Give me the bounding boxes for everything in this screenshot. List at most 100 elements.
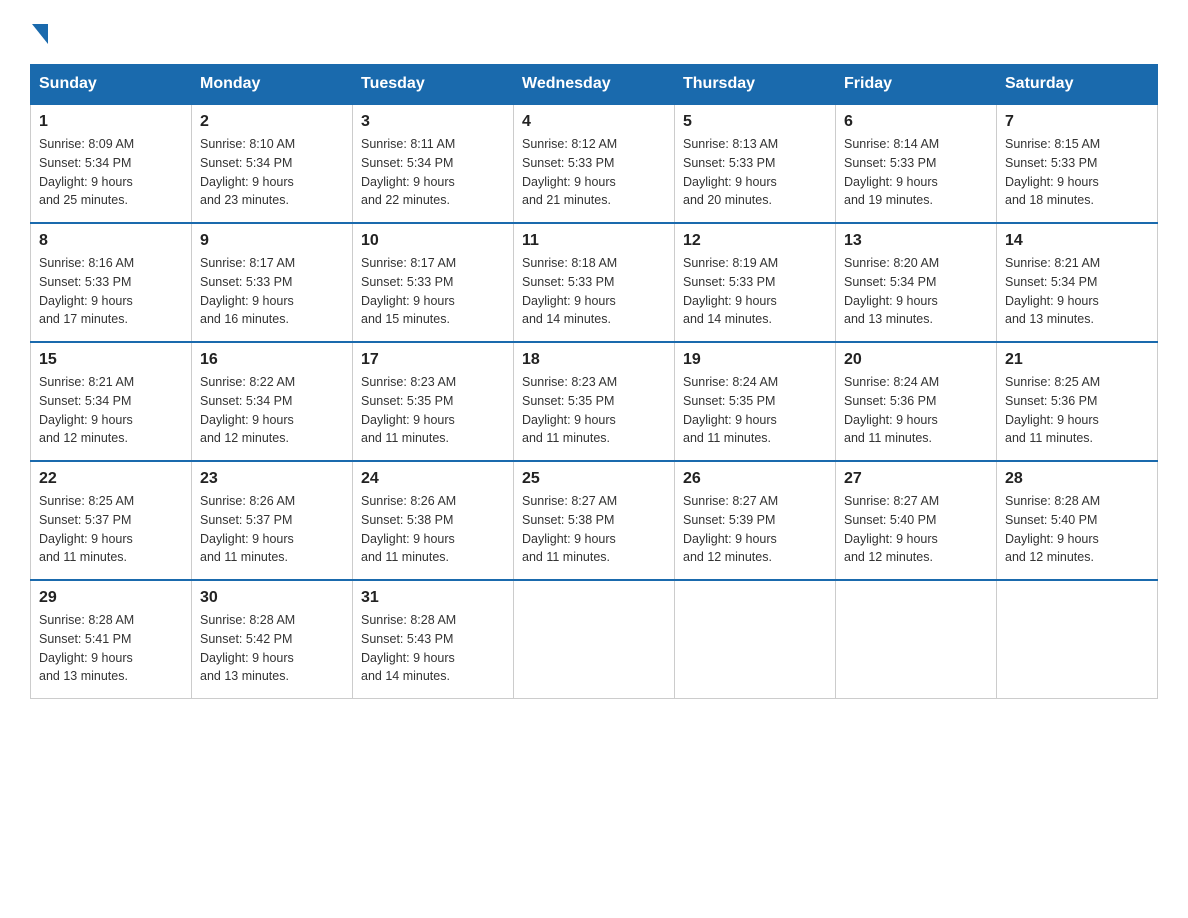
day-number: 14 (1005, 232, 1149, 250)
day-number: 2 (200, 113, 344, 131)
day-number: 15 (39, 351, 183, 369)
calendar-day-cell: 4 Sunrise: 8:12 AMSunset: 5:33 PMDaylight… (514, 104, 675, 223)
calendar-week-5: 29Sunrise: 8:28 AMSunset: 5:41 PMDayligh… (31, 580, 1158, 699)
weekday-header-saturday: Saturday (997, 65, 1158, 105)
day-number: 8 (39, 232, 183, 250)
calendar-day-cell: 20 Sunrise: 8:24 AMSunset: 5:36 PMDayligh… (836, 342, 997, 461)
calendar-day-cell (675, 580, 836, 699)
day-info: Sunrise: 8:09 AMSunset: 5:34 PMDaylight:… (39, 137, 134, 207)
calendar-day-cell: 21Sunrise: 8:25 AMSunset: 5:36 PMDayligh… (997, 342, 1158, 461)
calendar-body: 1 Sunrise: 8:09 AMSunset: 5:34 PMDaylight… (31, 104, 1158, 699)
day-info: Sunrise: 8:27 AMSunset: 5:39 PMDaylight:… (683, 494, 778, 564)
day-info: Sunrise: 8:12 AMSunset: 5:33 PMDaylight:… (522, 137, 617, 207)
day-number: 1 (39, 113, 183, 131)
day-number: 7 (1005, 113, 1149, 131)
calendar-day-cell: 13 Sunrise: 8:20 AMSunset: 5:34 PMDayligh… (836, 223, 997, 342)
day-number: 18 (522, 351, 666, 369)
calendar-day-cell: 30 Sunrise: 8:28 AMSunset: 5:42 PMDayligh… (192, 580, 353, 699)
day-number: 21 (1005, 351, 1149, 369)
day-number: 20 (844, 351, 988, 369)
calendar-day-cell: 19Sunrise: 8:24 AMSunset: 5:35 PMDayligh… (675, 342, 836, 461)
day-number: 10 (361, 232, 505, 250)
day-info: Sunrise: 8:28 AMSunset: 5:40 PMDaylight:… (1005, 494, 1100, 564)
day-number: 31 (361, 589, 505, 607)
calendar-day-cell (514, 580, 675, 699)
day-number: 23 (200, 470, 344, 488)
day-info: Sunrise: 8:22 AMSunset: 5:34 PMDaylight:… (200, 375, 295, 445)
day-info: Sunrise: 8:25 AMSunset: 5:37 PMDaylight:… (39, 494, 134, 564)
calendar-day-cell: 15 Sunrise: 8:21 AMSunset: 5:34 PMDayligh… (31, 342, 192, 461)
day-number: 22 (39, 470, 183, 488)
day-info: Sunrise: 8:24 AMSunset: 5:35 PMDaylight:… (683, 375, 778, 445)
calendar-day-cell: 2 Sunrise: 8:10 AMSunset: 5:34 PMDaylight… (192, 104, 353, 223)
calendar-day-cell: 12 Sunrise: 8:19 AMSunset: 5:33 PMDayligh… (675, 223, 836, 342)
day-info: Sunrise: 8:26 AMSunset: 5:38 PMDaylight:… (361, 494, 456, 564)
logo-triangle-icon (32, 24, 48, 44)
calendar-day-cell: 17 Sunrise: 8:23 AMSunset: 5:35 PMDayligh… (353, 342, 514, 461)
day-info: Sunrise: 8:13 AMSunset: 5:33 PMDaylight:… (683, 137, 778, 207)
calendar-week-2: 8 Sunrise: 8:16 AMSunset: 5:33 PMDaylight… (31, 223, 1158, 342)
calendar-day-cell: 10 Sunrise: 8:17 AMSunset: 5:33 PMDayligh… (353, 223, 514, 342)
day-info: Sunrise: 8:27 AMSunset: 5:40 PMDaylight:… (844, 494, 939, 564)
day-info: Sunrise: 8:28 AMSunset: 5:41 PMDaylight:… (39, 613, 134, 683)
day-info: Sunrise: 8:15 AMSunset: 5:33 PMDaylight:… (1005, 137, 1100, 207)
day-info: Sunrise: 8:19 AMSunset: 5:33 PMDaylight:… (683, 256, 778, 326)
day-number: 28 (1005, 470, 1149, 488)
calendar-day-cell: 27 Sunrise: 8:27 AMSunset: 5:40 PMDayligh… (836, 461, 997, 580)
day-info: Sunrise: 8:26 AMSunset: 5:37 PMDaylight:… (200, 494, 295, 564)
calendar-day-cell: 28 Sunrise: 8:28 AMSunset: 5:40 PMDayligh… (997, 461, 1158, 580)
weekday-header-friday: Friday (836, 65, 997, 105)
day-info: Sunrise: 8:10 AMSunset: 5:34 PMDaylight:… (200, 137, 295, 207)
calendar-day-cell: 16 Sunrise: 8:22 AMSunset: 5:34 PMDayligh… (192, 342, 353, 461)
day-info: Sunrise: 8:28 AMSunset: 5:43 PMDaylight:… (361, 613, 456, 683)
day-info: Sunrise: 8:23 AMSunset: 5:35 PMDaylight:… (522, 375, 617, 445)
calendar-day-cell (836, 580, 997, 699)
header-row: SundayMondayTuesdayWednesdayThursdayFrid… (31, 65, 1158, 105)
weekday-header-wednesday: Wednesday (514, 65, 675, 105)
day-info: Sunrise: 8:21 AMSunset: 5:34 PMDaylight:… (1005, 256, 1100, 326)
calendar-table: SundayMondayTuesdayWednesdayThursdayFrid… (30, 64, 1158, 699)
calendar-day-cell: 22 Sunrise: 8:25 AMSunset: 5:37 PMDayligh… (31, 461, 192, 580)
day-info: Sunrise: 8:17 AMSunset: 5:33 PMDaylight:… (361, 256, 456, 326)
calendar-day-cell: 18 Sunrise: 8:23 AMSunset: 5:35 PMDayligh… (514, 342, 675, 461)
calendar-header: SundayMondayTuesdayWednesdayThursdayFrid… (31, 65, 1158, 105)
calendar-day-cell: 24 Sunrise: 8:26 AMSunset: 5:38 PMDayligh… (353, 461, 514, 580)
day-number: 13 (844, 232, 988, 250)
day-number: 16 (200, 351, 344, 369)
calendar-week-3: 15 Sunrise: 8:21 AMSunset: 5:34 PMDayligh… (31, 342, 1158, 461)
day-number: 30 (200, 589, 344, 607)
day-number: 11 (522, 232, 666, 250)
day-number: 26 (683, 470, 827, 488)
day-number: 25 (522, 470, 666, 488)
weekday-header-thursday: Thursday (675, 65, 836, 105)
calendar-day-cell: 3Sunrise: 8:11 AMSunset: 5:34 PMDaylight… (353, 104, 514, 223)
calendar-day-cell: 5Sunrise: 8:13 AMSunset: 5:33 PMDaylight… (675, 104, 836, 223)
day-info: Sunrise: 8:11 AMSunset: 5:34 PMDaylight:… (361, 137, 455, 207)
day-info: Sunrise: 8:28 AMSunset: 5:42 PMDaylight:… (200, 613, 295, 683)
weekday-header-sunday: Sunday (31, 65, 192, 105)
day-info: Sunrise: 8:21 AMSunset: 5:34 PMDaylight:… (39, 375, 134, 445)
day-number: 24 (361, 470, 505, 488)
weekday-header-tuesday: Tuesday (353, 65, 514, 105)
day-info: Sunrise: 8:20 AMSunset: 5:34 PMDaylight:… (844, 256, 939, 326)
logo (30, 20, 48, 44)
calendar-day-cell: 11 Sunrise: 8:18 AMSunset: 5:33 PMDayligh… (514, 223, 675, 342)
calendar-day-cell: 25 Sunrise: 8:27 AMSunset: 5:38 PMDayligh… (514, 461, 675, 580)
calendar-day-cell: 1 Sunrise: 8:09 AMSunset: 5:34 PMDaylight… (31, 104, 192, 223)
day-number: 12 (683, 232, 827, 250)
calendar-week-1: 1 Sunrise: 8:09 AMSunset: 5:34 PMDaylight… (31, 104, 1158, 223)
calendar-day-cell (997, 580, 1158, 699)
page-header (30, 20, 1158, 44)
day-number: 27 (844, 470, 988, 488)
day-info: Sunrise: 8:27 AMSunset: 5:38 PMDaylight:… (522, 494, 617, 564)
day-info: Sunrise: 8:14 AMSunset: 5:33 PMDaylight:… (844, 137, 939, 207)
calendar-day-cell: 23 Sunrise: 8:26 AMSunset: 5:37 PMDayligh… (192, 461, 353, 580)
calendar-week-4: 22 Sunrise: 8:25 AMSunset: 5:37 PMDayligh… (31, 461, 1158, 580)
day-number: 17 (361, 351, 505, 369)
day-info: Sunrise: 8:24 AMSunset: 5:36 PMDaylight:… (844, 375, 939, 445)
day-info: Sunrise: 8:18 AMSunset: 5:33 PMDaylight:… (522, 256, 617, 326)
day-info: Sunrise: 8:16 AMSunset: 5:33 PMDaylight:… (39, 256, 134, 326)
calendar-day-cell: 6Sunrise: 8:14 AMSunset: 5:33 PMDaylight… (836, 104, 997, 223)
day-number: 4 (522, 113, 666, 131)
day-info: Sunrise: 8:23 AMSunset: 5:35 PMDaylight:… (361, 375, 456, 445)
